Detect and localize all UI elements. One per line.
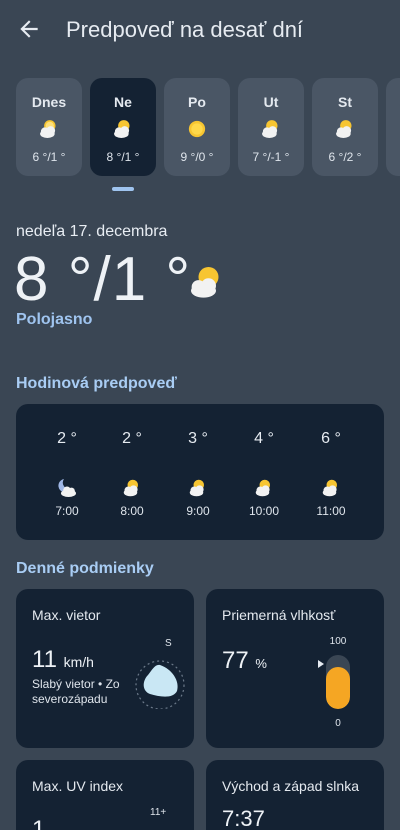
day-temps: 6 °/1 °	[32, 150, 66, 164]
day-tab-tuesday[interactable]: Ut 7 °/-1 °	[238, 78, 304, 176]
wind-card[interactable]: Max. vietor 11 km/h Slabý vietor • Zo se…	[16, 589, 194, 748]
day-name: Dnes	[31, 94, 67, 110]
compass-label: S	[165, 638, 172, 649]
day-high-low-temperature: 8 °/1 °	[14, 245, 192, 314]
humidity-marker	[318, 660, 324, 668]
day-name: Ne	[114, 94, 132, 110]
wind-description: Slabý vietor • Zo severozápadu	[32, 677, 120, 706]
partly-cloudy-icon	[114, 120, 130, 138]
uv-scale-max: 11+	[150, 807, 167, 818]
arrow-back-icon[interactable]	[16, 16, 42, 42]
humidity-scale-min: 0	[335, 718, 341, 729]
humidity-card-title: Priemerná vlhkosť	[222, 607, 336, 623]
partly-cloudy-icon	[255, 479, 270, 497]
day-temps: 6 °/2 °	[328, 150, 362, 164]
hourly-time: 11:00	[316, 504, 346, 518]
wind-speed: 11	[32, 646, 57, 673]
day-tab-today[interactable]: Dnes 6 °/1 °	[16, 78, 82, 176]
hourly-temp: 2 °	[122, 430, 142, 447]
humidity-gauge	[326, 655, 350, 709]
hourly-temp: 4 °	[254, 430, 274, 447]
wind-card-title: Max. vietor	[32, 607, 101, 623]
day-name: St	[338, 94, 352, 110]
day-temps: 9 °/0 °	[180, 150, 214, 164]
partly-cloudy-icon	[191, 267, 219, 298]
hourly-temp: 6 °	[321, 430, 341, 447]
sunrise-time: 7:37	[222, 806, 265, 830]
hourly-item: 3 ° 9:00	[168, 404, 228, 540]
sunrise-card-title: Východ a západ slnka	[222, 778, 359, 794]
wind-unit: km/h	[63, 654, 94, 670]
partly-cloudy-icon	[322, 479, 337, 497]
humidity-value: 77 %	[222, 647, 267, 675]
humidity-gauge-fill	[326, 667, 350, 709]
uv-card[interactable]: Max. UV index 11+ 1	[16, 760, 194, 830]
hourly-item: 4 ° 10:00	[234, 404, 294, 540]
wind-value: 11 km/h	[32, 646, 94, 674]
selected-day-indicator	[112, 187, 134, 191]
day-tab-monday[interactable]: Po 9 °/0 °	[164, 78, 230, 176]
hourly-time: 7:00	[55, 504, 79, 518]
hourly-item: 6 ° 11:00	[301, 404, 361, 540]
hourly-temp: 2 °	[57, 430, 77, 447]
partly-cloudy-icon	[123, 479, 138, 497]
uv-value: 1	[32, 816, 46, 830]
sunrise-sunset-card[interactable]: Východ a západ slnka 7:37	[206, 760, 384, 830]
partly-cloudy-night-icon	[58, 479, 76, 497]
hourly-time: 8:00	[120, 504, 144, 518]
partly-cloudy-icon	[189, 479, 204, 497]
day-name: Ut	[263, 94, 279, 110]
hourly-time: 9:00	[186, 504, 210, 518]
humidity-scale-max: 100	[329, 636, 347, 647]
partly-cloudy-icon	[40, 120, 56, 138]
partly-cloudy-icon	[336, 120, 352, 138]
day-tab-partial[interactable]	[386, 78, 400, 176]
hourly-section-title: Hodinová predpoveď	[16, 375, 177, 392]
top-app-bar: Predpoveď na desať dní	[0, 0, 400, 60]
uv-card-title: Max. UV index	[32, 778, 124, 794]
partly-cloudy-icon	[262, 120, 278, 138]
day-temps: 8 °/1 °	[106, 150, 140, 164]
sunny-icon	[188, 120, 206, 138]
humidity-number: 77	[222, 647, 249, 674]
condition-label: Polojasno	[16, 311, 93, 328]
wind-direction-compass-icon: S	[135, 638, 185, 709]
day-tab-wednesday[interactable]: St 6 °/2 °	[312, 78, 378, 176]
hourly-time: 10:00	[248, 504, 280, 518]
hourly-item: 2 ° 8:00	[102, 404, 162, 540]
day-temps: 7 °/-1 °	[252, 150, 290, 164]
humidity-card[interactable]: Priemerná vlhkosť 77 % 100 0	[206, 589, 384, 748]
day-tab-sunday[interactable]: Ne 8 °/1 °	[90, 78, 156, 176]
page-title: Predpoveď na desať dní	[66, 17, 304, 42]
humidity-unit: %	[255, 656, 267, 671]
conditions-section-title: Denné podmienky	[16, 560, 154, 577]
hourly-forecast-card[interactable]: 2 ° 7:00 2 ° 8:00 3 ° 9:00 4 ° 10:00 6 °…	[16, 404, 384, 540]
day-name: Po	[188, 94, 206, 110]
selected-date: nedeľa 17. decembra	[16, 223, 168, 240]
hourly-temp: 3 °	[188, 430, 208, 447]
hourly-item: 2 ° 7:00	[37, 404, 97, 540]
day-selector: Dnes 6 °/1 ° Ne 8 °/1 ° Po 9 °/0 ° Ut 7 …	[16, 78, 400, 178]
